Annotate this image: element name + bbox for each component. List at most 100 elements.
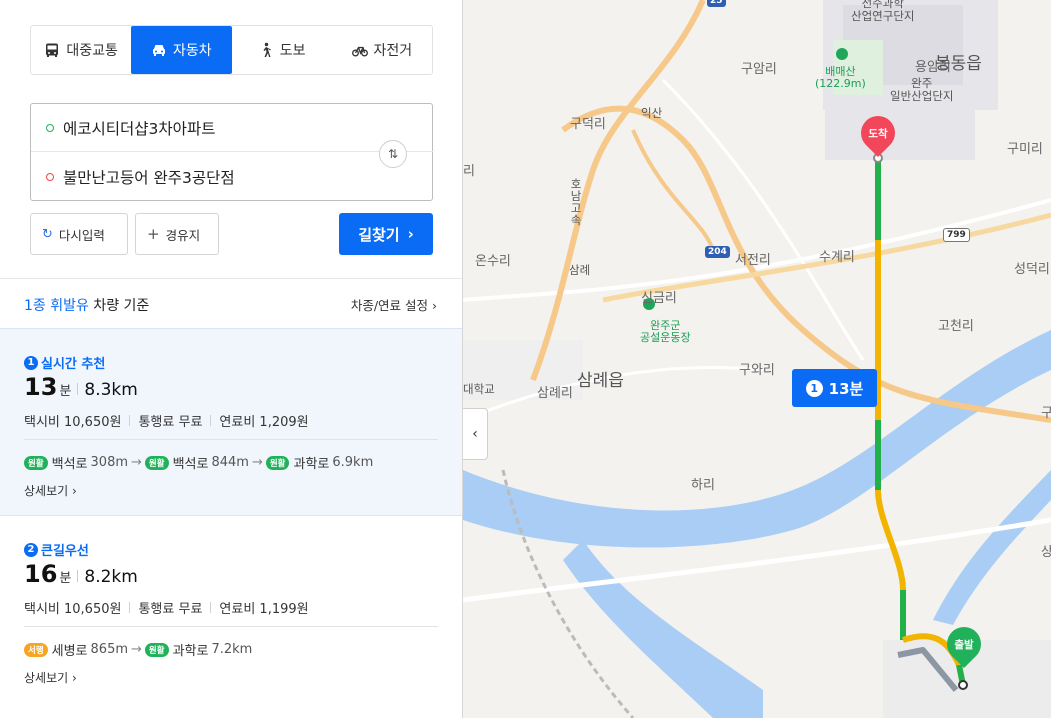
map-label: 고천리 (938, 319, 974, 334)
refresh-icon: ↻ (42, 226, 53, 242)
map-label: 삼례리 (537, 386, 573, 401)
separator (129, 415, 131, 426)
destination-pin-label: 도착 (868, 127, 888, 140)
map-label: 성덕리 (1014, 262, 1050, 277)
divider (24, 626, 438, 627)
add-waypoint-button[interactable]: + 경유지 (135, 213, 219, 255)
route-option-1[interactable]: 1 실시간 추천 13 분 8.3km 택시비 10,650원 통행료 무료 연료비 … (0, 328, 462, 516)
route-shield-204: 204 (705, 246, 730, 258)
route-shield-25: 25 (707, 0, 726, 7)
start-input-value: 에코시티더샵3차아파트 (63, 119, 216, 138)
toll-fee: 통행료 무료 (138, 415, 203, 430)
map-label: 온수리 (475, 254, 511, 269)
route-time-text: 13분 (828, 379, 864, 398)
add-waypoint-label: 경유지 (165, 227, 201, 243)
map-view[interactable]: 전주과학 산업연구단지 구암리 배매산 (122.9m) 용암리 봉동읍 완주 … (463, 0, 1051, 718)
tab-car[interactable]: 자동차 (131, 26, 232, 74)
transport-mode-tabs: 대중교통 자동차 도보 자전거 (30, 25, 433, 75)
mountain-icon (836, 48, 848, 60)
road-distance: 844m (211, 455, 249, 470)
route-summary: 13 분 8.3km (24, 373, 138, 401)
map-label: 삼례읍 (577, 371, 624, 391)
end-input-value: 불만난고등어 완주3공단점 (63, 169, 235, 187)
fuel-cost: 연료비 1,199원 (219, 602, 309, 617)
map-label: 전주과학 산업연구단지 (851, 0, 915, 23)
vehicle-settings-link[interactable]: 차종/연료 설정 › (351, 295, 437, 314)
walk-icon (263, 42, 271, 57)
route-distance: 8.2km (84, 567, 138, 587)
separator (210, 602, 212, 613)
route-title-text: 큰길우선 (41, 544, 89, 559)
separator (77, 570, 79, 582)
route-summary: 16 분 8.2km (24, 560, 138, 588)
separator (77, 383, 79, 395)
start-dot-icon (46, 123, 54, 132)
route-detail-label: 상세보기 (24, 484, 69, 498)
directions-panel: 대중교통 자동차 도보 자전거 에코시티더샵3차아파트 불만난고등어 완주3공단… (0, 0, 463, 718)
traffic-badge: 원활 (24, 455, 48, 470)
road-name: 백석로 (172, 457, 209, 472)
tab-bike[interactable]: 자전거 (332, 26, 432, 74)
search-button-label: 길찾기 (358, 225, 400, 244)
traffic-badge: 원활 (144, 642, 169, 657)
route-shield-799: 799 (943, 228, 970, 242)
destination-pin-icon[interactable]: 도착 (853, 108, 903, 158)
swap-icon[interactable]: ⇅ (379, 140, 407, 168)
highway (631, 129, 715, 251)
route-option-2[interactable]: 2 큰길우선 16 분 8.2km 택시비 10,650원 통행료 무료 연료비 1,… (0, 516, 462, 706)
road-distance: 6.9km (332, 455, 374, 470)
route-title-text: 실시간 추천 (41, 357, 106, 372)
traffic-badge: 원활 (144, 455, 169, 470)
map-label: 상 (1041, 545, 1051, 560)
map-label: 구미리 (1007, 142, 1043, 157)
vehicle-basis: 1종 휘발유 차량 기준 (24, 295, 149, 315)
map-label: 봉동읍 (935, 54, 982, 74)
map-label: 완주군 공설운동장 (640, 319, 691, 344)
arrow-right-icon: → (251, 455, 263, 470)
map-label: 신금리 (641, 291, 677, 306)
toll-fee: 통행료 무료 (138, 602, 203, 617)
fuel-cost: 연료비 1,209원 (219, 415, 309, 430)
traffic-badge: 원활 (265, 455, 290, 470)
road-name: 과학로 (172, 644, 209, 659)
map-label: 구암리 (741, 62, 777, 77)
road-distance: 308m (90, 455, 129, 470)
road-name: 백석로 (51, 457, 88, 472)
separator (210, 415, 212, 426)
bike-icon (351, 46, 368, 57)
collapse-panel-button[interactable]: ‹ (463, 408, 488, 460)
route-inputs: 에코시티더샵3차아파트 불만난고등어 완주3공단점 ⇅ (30, 103, 433, 201)
reset-button[interactable]: ↻ 다시입력 (30, 213, 128, 255)
road-name: 세병로 (51, 644, 88, 659)
tab-transit[interactable]: 대중교통 (31, 26, 131, 74)
map-label: 배매산 (122.9m) (815, 65, 866, 90)
route-start-point (958, 680, 968, 690)
tab-walk[interactable]: 도보 (232, 26, 332, 74)
end-input[interactable]: 불만난고등어 완주3공단점 (31, 153, 371, 201)
road-segments: 서행 세병로 865m → 원활 과학로 7.2km (24, 640, 252, 659)
route-distance: 8.3km (84, 380, 138, 400)
route-costs: 택시비 10,650원 통행료 무료 연료비 1,209원 (24, 411, 309, 430)
route-minutes: 13 (24, 373, 58, 401)
tab-transit-label: 대중교통 (66, 43, 118, 59)
road-distance: 865m (90, 642, 129, 657)
origin-pin-icon[interactable]: 출발 (939, 619, 989, 669)
start-input[interactable]: 에코시티더샵3차아파트 (31, 104, 433, 152)
route-minutes: 16 (24, 560, 58, 588)
map-label: 구 (1041, 406, 1051, 421)
origin-pin-label: 출발 (954, 638, 974, 651)
search-button[interactable]: 길찾기 › (339, 213, 433, 255)
car-icon (153, 45, 166, 56)
chevron-right-icon: › (407, 225, 414, 243)
route-detail-link[interactable]: 상세보기 › (24, 669, 77, 686)
route-time-bubble[interactable]: 1 13분 (792, 369, 877, 407)
route-costs: 택시비 10,650원 통행료 무료 연료비 1,199원 (24, 598, 309, 617)
traffic-badge: 서행 (24, 642, 48, 657)
reset-button-label: 다시입력 (58, 227, 105, 243)
divider (24, 439, 438, 440)
chevron-left-icon: ‹ (472, 426, 478, 442)
map-label: 삼례 (569, 263, 591, 277)
route-line-yellow (875, 489, 906, 591)
road-name: 과학로 (293, 457, 330, 472)
route-detail-link[interactable]: 상세보기 › (24, 482, 77, 499)
